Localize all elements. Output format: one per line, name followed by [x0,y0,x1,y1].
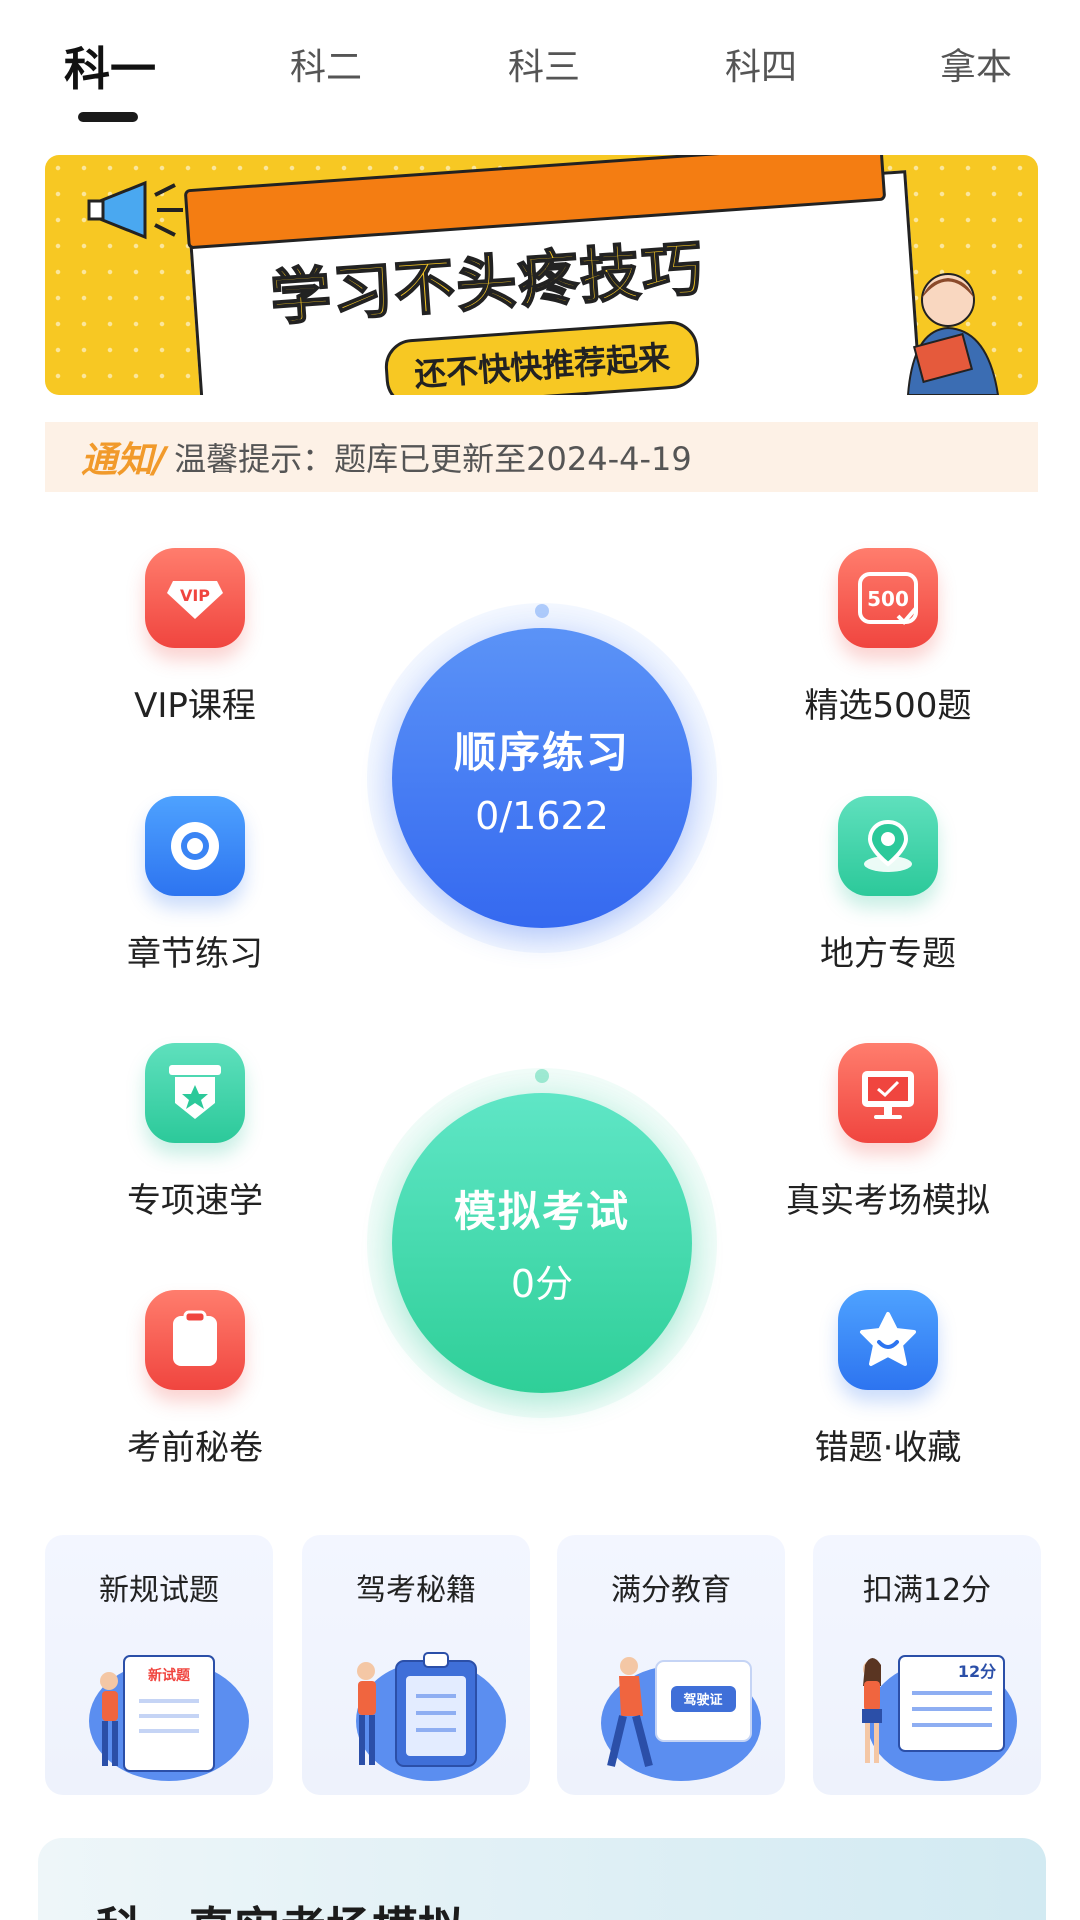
badge-icon [145,1043,245,1143]
local-topic-button[interactable]: 地方专题 [758,796,1018,975]
active-tab-indicator [78,112,138,122]
12-points-art-text: 12分 [958,1662,996,1681]
secret-paper-button[interactable]: 考前秘卷 [65,1290,325,1469]
mock-exam-title: 模拟考试 [453,1187,630,1236]
chapter-practice-button[interactable]: 章节练习 [65,796,325,975]
special-topic-label: 专项速学 [127,1181,263,1221]
local-topic-label: 地方专题 [820,934,956,974]
mistakes-favorites-label: 错题·收藏 [814,1428,962,1468]
card-12-points[interactable]: 扣满12分 12分 [813,1535,1041,1795]
12-points-illustration: 12分 [862,1655,1017,1781]
progress-dot [535,604,549,618]
notice-tag: 通知/ [81,440,167,481]
clipboard-icon [145,1290,245,1390]
chapter-icon [145,796,245,896]
monitor-icon [838,1043,938,1143]
chapter-practice-label: 章节练习 [127,934,263,974]
card-driving-tips[interactable]: 驾考秘籍 [302,1535,530,1795]
tab-subject-2[interactable]: 科二 [290,38,362,90]
sequential-practice-core: 顺序练习 0/1622 [392,628,692,928]
card-12-points-title: 扣满12分 [862,1573,992,1608]
driving-tips-illustration [356,1652,506,1781]
tab-subject-4[interactable]: 科四 [725,38,797,90]
score-dot [535,1069,549,1083]
mock-exam-button[interactable]: 模拟考试 0分 [367,1068,717,1418]
megaphone-icon [87,180,183,240]
sequential-practice-button[interactable]: 顺序练习 0/1622 [367,603,717,953]
sequential-practice-progress: 0/1622 [475,793,609,838]
notice-text: 温馨提示：题库已更新至2024-4-19 [174,440,692,478]
subject-tabs: 科一 科二 科三 科四 拿本 [0,0,1080,130]
vip-course-label: VIP课程 [134,686,256,726]
500-icon: 500 [838,548,938,648]
svg-text:500: 500 [867,587,909,611]
vip-icon: VIP [145,548,245,648]
secret-paper-label: 考前秘卷 [127,1428,263,1468]
mock-exam-score: 0分 [510,1262,574,1306]
notice-bar[interactable]: 通知/ 温馨提示：题库已更新至2024-4-19 [45,422,1038,492]
real-exam-section-title: 科一真实考场模拟 [96,1893,464,1920]
svg-text:VIP: VIP [180,586,210,605]
card-full-score-education[interactable]: 满分教育 驾驶证 [557,1535,785,1795]
sequential-practice-title: 顺序练习 [453,727,630,777]
tab-get-license[interactable]: 拿本 [940,38,1012,90]
promo-banner[interactable]: 学习不头疼技巧 还不快快推荐起来 [45,155,1038,395]
vip-course-button[interactable]: VIP VIP课程 [65,548,325,727]
new-rules-illustration: 新试题 [89,1655,249,1781]
selected-500-label: 精选500题 [804,686,972,726]
location-icon [838,796,938,896]
license-illustration: 驾驶证 [601,1657,761,1781]
tab-subject-1[interactable]: 科一 [64,33,156,99]
card-driving-tips-title: 驾考秘籍 [356,1573,476,1608]
card-new-rules-title: 新规试题 [99,1573,219,1608]
tab-subject-3[interactable]: 科三 [508,38,580,90]
card-new-rules[interactable]: 新规试题 新试题 [45,1535,273,1795]
selected-500-button[interactable]: 500 精选500题 [758,548,1018,727]
special-topic-button[interactable]: 专项速学 [65,1043,325,1222]
mock-exam-core: 模拟考试 0分 [392,1093,692,1393]
new-rules-art-text: 新试题 [148,1667,191,1684]
mistakes-favorites-button[interactable]: 错题·收藏 [758,1290,1018,1469]
real-exam-sim-button[interactable]: 真实考场模拟 [758,1043,1018,1222]
real-exam-section[interactable]: 科一真实考场模拟 [38,1838,1046,1920]
license-art-text: 驾驶证 [683,1692,722,1708]
star-icon [838,1290,938,1390]
reading-girl-illustration [906,273,1000,395]
card-full-score-title: 满分教育 [611,1573,731,1608]
real-exam-sim-label: 真实考场模拟 [786,1181,990,1221]
